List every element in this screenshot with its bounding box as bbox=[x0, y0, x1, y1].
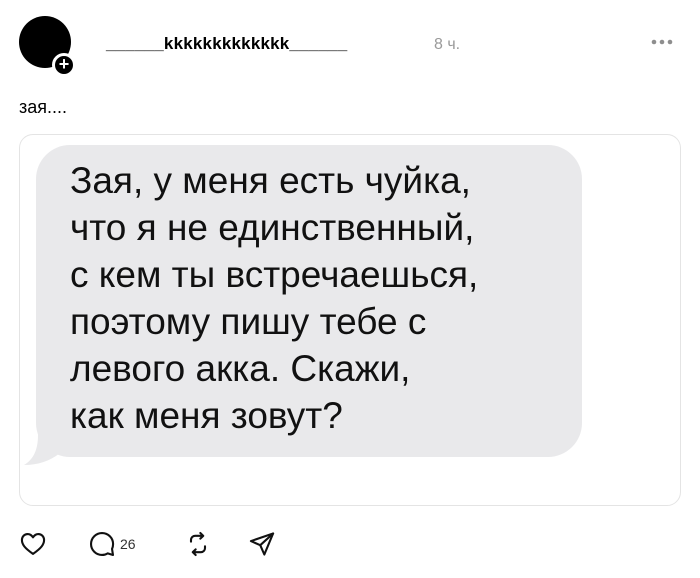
share-button[interactable] bbox=[248, 528, 276, 560]
like-button[interactable] bbox=[19, 528, 47, 560]
post-image[interactable]: Зая, у меня есть чуйка, что я не единств… bbox=[19, 134, 681, 506]
send-icon bbox=[249, 532, 275, 556]
author-username[interactable]: ______kkkkkkkkkkkkk______ bbox=[106, 34, 347, 54]
plus-icon[interactable]: + bbox=[52, 53, 76, 77]
more-options-button[interactable] bbox=[648, 30, 678, 50]
repost-icon bbox=[189, 531, 207, 557]
heart-icon bbox=[20, 533, 46, 555]
bubble-tail bbox=[24, 425, 60, 465]
post-caption: зая.... bbox=[19, 97, 68, 117]
repost-button[interactable] bbox=[184, 528, 212, 560]
reply-button[interactable]: 26 bbox=[88, 528, 136, 560]
more-dots-icon bbox=[651, 39, 673, 45]
comment-icon bbox=[89, 531, 115, 557]
post-timestamp: 8 ч. bbox=[434, 36, 461, 53]
message-text: Зая, у меня есть чуйка, что я не единств… bbox=[70, 160, 479, 436]
reply-count: 26 bbox=[120, 536, 136, 552]
